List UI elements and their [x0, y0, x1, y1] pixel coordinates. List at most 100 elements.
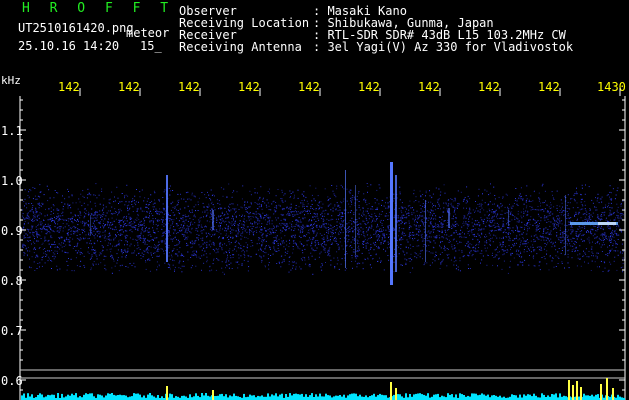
noise-dot [143, 254, 145, 256]
noise-dot [71, 228, 72, 230]
noise-dot [493, 257, 495, 258]
noise-dot [550, 211, 552, 213]
noise-dot [280, 229, 282, 231]
noise-dot [378, 203, 380, 205]
noise-dot [231, 229, 233, 231]
noise-dot [226, 211, 227, 213]
noise-dot [342, 216, 344, 217]
noise-dot [132, 200, 134, 202]
noise-dot [506, 252, 508, 253]
noise-dot [327, 205, 329, 207]
noise-dot [556, 210, 558, 212]
noise-dot [550, 207, 552, 209]
noise-dot [504, 229, 506, 231]
noise-dot [226, 244, 228, 246]
noise-dot [380, 219, 382, 221]
noise-dot [149, 220, 151, 222]
noise-dot [204, 250, 206, 252]
noise-dot [40, 238, 42, 239]
noise-dot [288, 246, 290, 248]
noise-dot [609, 214, 611, 216]
noise-dot [141, 224, 143, 226]
noise-dot [530, 195, 532, 197]
noise-dot [255, 211, 257, 213]
noise-dot [568, 238, 570, 240]
noise-dot [225, 267, 226, 269]
noise-dot [222, 228, 224, 230]
noise-dot [373, 229, 375, 231]
noise-dot [212, 249, 214, 250]
noise-dot [289, 209, 291, 210]
noise-dot [358, 236, 360, 238]
noise-dot [35, 207, 37, 209]
noise-dot [144, 243, 146, 245]
noise-dot [92, 217, 94, 219]
noise-dot [247, 201, 248, 203]
noise-dot [23, 235, 25, 237]
noise-dot [119, 265, 121, 267]
noise-dot [414, 219, 416, 221]
noise-dot [436, 255, 437, 256]
noise-dot [326, 218, 328, 220]
noise-dot [316, 213, 318, 215]
noise-dot [534, 249, 536, 251]
noise-dot [561, 236, 563, 238]
noise-dot [336, 202, 338, 204]
noise-dot [362, 246, 364, 248]
noise-dot [62, 195, 63, 197]
noise-dot [540, 246, 542, 248]
noise-dot [116, 212, 118, 213]
noise-dot [132, 223, 134, 225]
noise-dot [481, 204, 483, 205]
noise-dot [127, 248, 129, 250]
noise-dot [169, 235, 171, 237]
noise-dot [576, 236, 578, 238]
noise-dot [206, 259, 208, 261]
noise-dot [530, 240, 532, 242]
noise-dot [300, 221, 302, 223]
noise-dot [177, 200, 179, 202]
noise-dot [413, 193, 415, 195]
noise-dot [474, 220, 476, 222]
noise-dot [523, 211, 525, 213]
noise-dot [377, 261, 378, 262]
noise-dot [146, 249, 148, 251]
noise-dot [603, 234, 605, 236]
noise-dot [405, 222, 407, 224]
noise-dot [618, 234, 620, 236]
noise-dot [322, 246, 324, 248]
noise-dot [550, 230, 552, 232]
noise-dot [273, 237, 275, 238]
noise-dot [425, 195, 426, 197]
noise-dot [187, 198, 189, 200]
noise-dot [276, 207, 278, 209]
noise-dot [233, 229, 235, 231]
noise-dot [368, 227, 370, 229]
noise-dot [495, 209, 497, 211]
noise-dot [582, 213, 584, 215]
noise-dot [588, 238, 590, 240]
noise-dot [146, 244, 148, 245]
noise-dot [77, 245, 78, 247]
noise-dot [441, 226, 443, 228]
noise-dot [288, 208, 290, 210]
noise-dot [379, 187, 381, 189]
noise-dot [592, 253, 594, 254]
noise-dot [315, 187, 317, 189]
noise-dot [485, 234, 487, 236]
noise-dot [234, 222, 236, 224]
noise-dot [580, 201, 582, 203]
noise-dot [356, 199, 358, 201]
noise-dot [507, 227, 509, 229]
noise-dot [50, 235, 52, 237]
noise-dot [512, 240, 514, 241]
noise-dot [233, 254, 235, 256]
noise-dot [504, 206, 506, 208]
noise-dot [377, 236, 379, 238]
noise-dot [518, 197, 520, 199]
noise-dot [111, 267, 113, 269]
noise-dot [120, 233, 122, 235]
noise-dot [163, 253, 165, 255]
noise-dot [603, 244, 605, 246]
noise-dot [378, 234, 379, 236]
